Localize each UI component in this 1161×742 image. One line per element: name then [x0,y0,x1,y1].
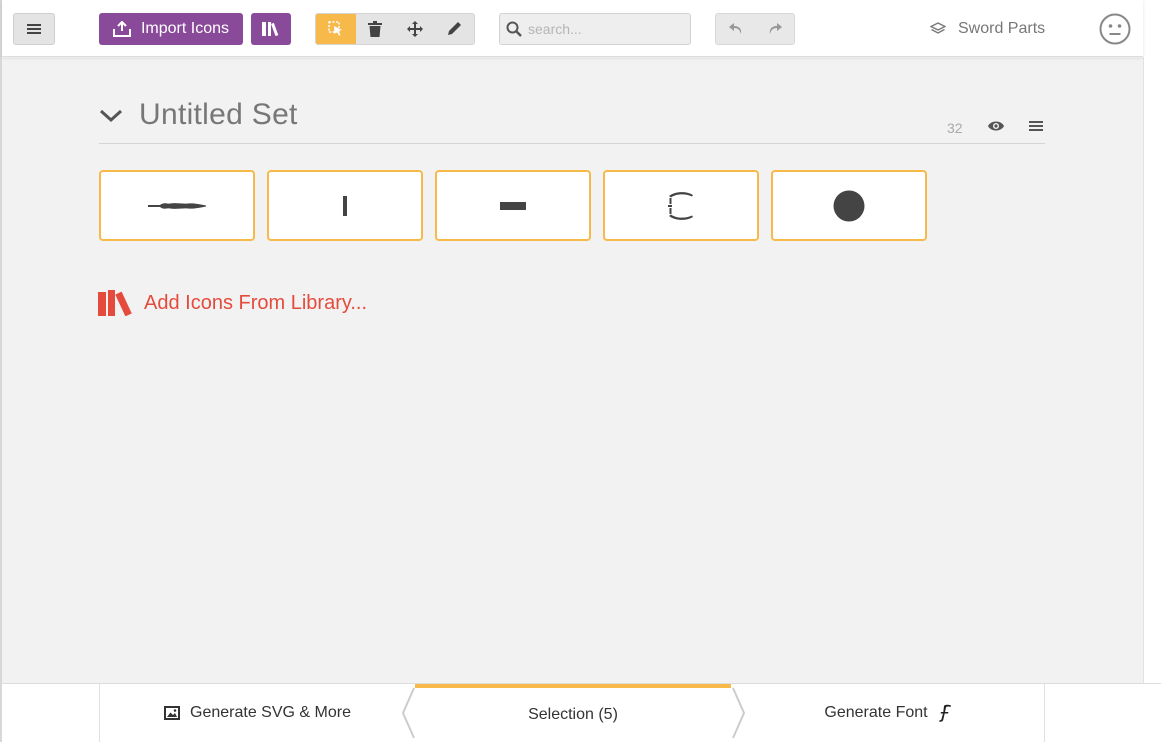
handguard-icon [668,191,693,220]
set-icon-count: 32 [947,120,963,136]
project-name: Sword Parts [958,20,1046,37]
icon-set-header: Untitled Set 32 [99,98,1045,144]
undo-button[interactable] [716,14,755,44]
eye-icon[interactable] [988,120,1004,132]
undo-icon [728,23,741,34]
cursor-select-icon [328,21,342,36]
pommel-icon [833,190,865,221]
icon-grid [99,170,927,241]
search-input[interactable] [528,21,678,37]
library-button[interactable] [251,13,291,45]
chevron-down-icon[interactable] [99,108,123,124]
generate-font-label: Generate Font [824,704,928,721]
image-icon [164,706,181,720]
window-right-edge [1143,57,1161,683]
add-icons-from-library-label: Add Icons From Library... [144,291,368,314]
trash-icon [368,21,383,37]
font-f-icon [938,704,951,722]
bottom-bar-tabs: Generate SVG & More Selection (5) Genera… [99,684,1045,742]
generate-svg-label: Generate SVG & More [190,704,351,721]
search-icon [506,21,522,37]
move-mode-button[interactable] [395,14,435,44]
project-selector[interactable]: Sword Parts [930,19,1045,39]
user-face-icon[interactable] [1099,13,1131,45]
blade-icon [148,202,206,209]
bottom-bar: Generate SVG & More Selection (5) Genera… [2,683,1161,742]
library-books-icon [262,22,279,36]
grip-icon [343,195,347,216]
icon-tile-handguard[interactable] [603,170,759,241]
redo-icon [769,23,782,34]
selection-label: Selection (5) [528,706,618,723]
icon-tile-pommel[interactable] [771,170,927,241]
mode-toolbar [315,13,475,45]
main-menu-button[interactable] [13,13,55,45]
tab-separator-left [401,687,415,739]
add-icons-from-library-link[interactable]: Add Icons From Library... [98,290,367,316]
history-toolbar [715,13,795,45]
icon-tile-crossguard[interactable] [435,170,591,241]
upload-tray-icon [112,21,131,37]
move-arrows-icon [406,21,423,37]
layers-icon [930,22,946,34]
generate-svg-tab[interactable]: Generate SVG & More [100,684,415,742]
import-icons-label: Import Icons [140,20,230,37]
import-icons-button[interactable]: Import Icons [99,13,243,45]
redo-button[interactable] [755,14,794,44]
crossguard-icon [500,201,526,210]
select-mode-button[interactable] [316,14,356,44]
generate-font-tab[interactable]: Generate Font [731,684,1045,742]
search-box[interactable] [499,13,691,45]
set-menu-icon[interactable] [1029,120,1043,132]
main-workspace: Untitled Set 32 Add Icons From Library..… [2,58,1143,683]
top-toolbar: Import Icons search... Sword Parts [2,0,1143,57]
icon-tile-blade[interactable] [99,170,255,241]
edit-mode-button[interactable] [435,14,475,44]
hamburger-icon [27,24,41,34]
icon-tile-grip[interactable] [267,170,423,241]
selection-tab[interactable]: Selection (5) [415,684,731,742]
delete-mode-button[interactable] [356,14,396,44]
pencil-icon [448,22,462,35]
set-title[interactable]: Untitled Set [139,98,298,132]
library-books-icon [98,290,132,316]
